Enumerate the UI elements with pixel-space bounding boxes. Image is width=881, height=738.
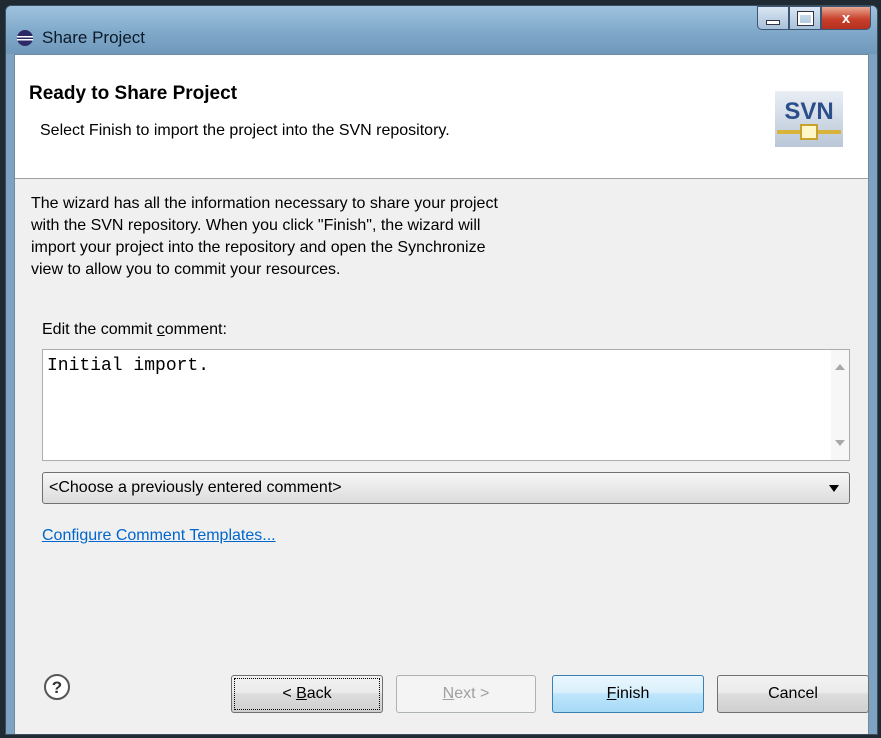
close-button[interactable]: x — [821, 6, 871, 30]
close-icon: x — [841, 9, 851, 27]
eclipse-icon — [17, 30, 33, 46]
description-line: The wizard has all the information neces… — [31, 195, 498, 212]
description: The wizard has all the information neces… — [31, 193, 651, 281]
page-title: Ready to Share Project — [29, 83, 238, 104]
maximize-icon — [796, 10, 814, 26]
next-button: Next > — [396, 675, 536, 713]
minimize-icon — [766, 19, 780, 25]
wizard-header: Ready to Share Project Select Finish to … — [15, 55, 868, 179]
finish-button[interactable]: Finish — [552, 675, 704, 713]
svn-logo-text: SVN — [784, 98, 833, 125]
window-title: Share Project — [42, 28, 145, 47]
scroll-down-icon[interactable] — [835, 440, 845, 446]
commit-comment-label: Edit the commit comment: — [42, 321, 227, 338]
chevron-down-icon[interactable] — [829, 485, 839, 492]
dialog-client: Ready to Share Project Select Finish to … — [14, 54, 869, 734]
minimize-button[interactable] — [757, 6, 789, 30]
commit-comment-textarea[interactable]: Initial import. — [42, 349, 850, 461]
title-bar[interactable]: Share Project x — [6, 6, 877, 54]
help-glyph: ? — [52, 678, 62, 697]
scroll-up-icon[interactable] — [835, 364, 845, 370]
page-message: Select Finish to import the project into… — [40, 122, 450, 139]
description-line: import your project into the repository … — [31, 239, 486, 256]
wizard-body: The wizard has all the information neces… — [15, 179, 869, 734]
configure-templates-link[interactable]: Configure Comment Templates... — [42, 527, 276, 545]
previous-comments-selected: <Choose a previously entered comment> — [49, 479, 342, 496]
comment-scrollbar[interactable] — [831, 350, 849, 460]
back-button[interactable]: < Back — [231, 675, 383, 713]
maximize-button[interactable] — [789, 6, 821, 30]
commit-comment-value[interactable]: Initial import. — [47, 356, 209, 376]
help-icon[interactable]: ? — [42, 672, 72, 702]
caption-buttons: x — [757, 6, 871, 32]
previous-comments-dropdown[interactable]: <Choose a previously entered comment> — [42, 472, 850, 504]
description-line: view to allow you to commit your resourc… — [31, 261, 341, 278]
share-project-window: Share Project x Ready to Share Project S… — [5, 5, 878, 735]
svn-logo-icon: SVN — [775, 91, 843, 147]
cancel-button[interactable]: Cancel — [717, 675, 869, 713]
description-line: with the SVN repository. When you click … — [31, 217, 481, 234]
